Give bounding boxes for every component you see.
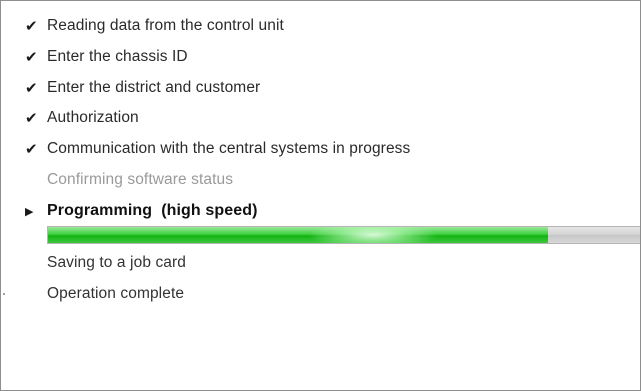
step-enter-chassis-id: ✔ Enter the chassis ID [25, 46, 188, 68]
step-operation-complete: Operation complete [25, 283, 184, 305]
programming-progress-bar [47, 226, 640, 244]
step-authorization: ✔ Authorization [25, 107, 139, 129]
check-icon: ✔ [25, 18, 38, 35]
step-label: Confirming software status [47, 171, 234, 188]
step-saving-job-card: Saving to a job card [25, 252, 186, 274]
check-icon: ✔ [25, 80, 38, 97]
step-label: Programming (high speed) [47, 202, 258, 219]
check-icon: ✔ [25, 141, 38, 158]
step-programming: ▶ Programming (high speed) [25, 200, 258, 222]
step-label: Saving to a job card [47, 254, 187, 271]
step-central-communication: ✔ Communication with the central systems… [25, 138, 410, 160]
step-label: Authorization [47, 109, 139, 126]
step-label: Operation complete [47, 285, 185, 302]
check-icon: ✔ [25, 110, 38, 127]
progress-fill [48, 227, 549, 243]
check-icon: ✔ [25, 49, 38, 66]
step-label: Communication with the central systems i… [47, 140, 411, 157]
step-label: Reading data from the control unit [47, 17, 284, 34]
play-arrow-icon: ▶ [25, 205, 34, 218]
edge-tick [3, 293, 5, 295]
step-label: Enter the chassis ID [47, 48, 188, 65]
step-confirming-software: Confirming software status [25, 169, 233, 191]
step-label: Enter the district and customer [47, 79, 261, 96]
step-reading-data: ✔ Reading data from the control unit [25, 15, 284, 37]
progress-glow [308, 227, 438, 243]
step-enter-district-customer: ✔ Enter the district and customer [25, 77, 260, 99]
programming-status-panel: ✔ Reading data from the control unit ✔ E… [0, 0, 641, 391]
